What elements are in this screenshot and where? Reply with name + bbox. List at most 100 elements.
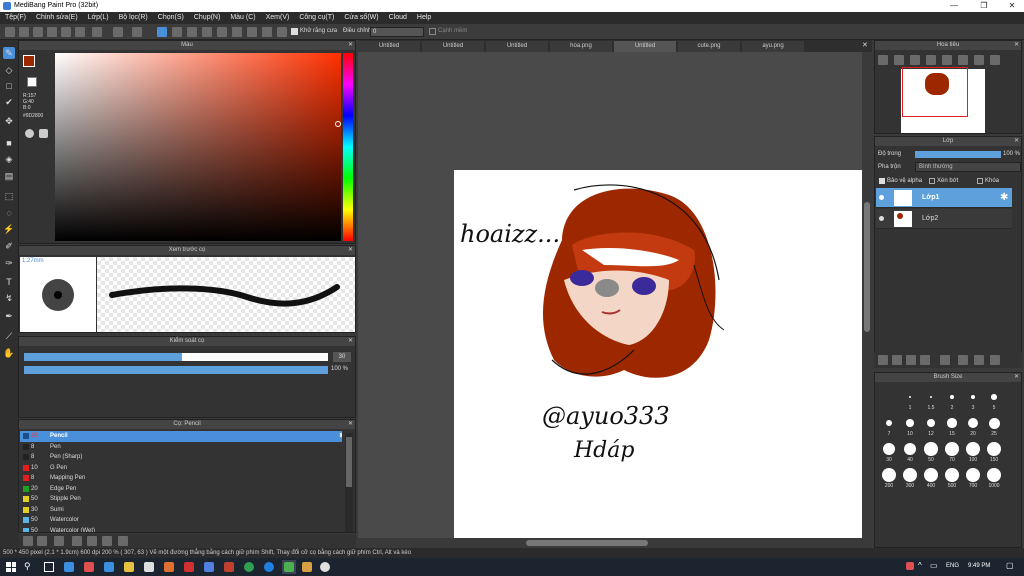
brush-size-preset[interactable]: 3	[963, 389, 983, 413]
app-icon-8[interactable]	[204, 562, 214, 572]
brush-size-preset[interactable]: 50	[921, 441, 941, 465]
operation-tool-icon[interactable]: ↯	[3, 292, 15, 304]
brush-size-preset[interactable]: 20	[963, 415, 983, 439]
brush-size-preset[interactable]: 1	[900, 389, 920, 413]
zoom-in-icon[interactable]	[878, 55, 888, 65]
brush-size-preset[interactable]: 700	[963, 467, 983, 491]
brush-size-preset[interactable]: 500	[942, 467, 962, 491]
menu-item[interactable]: Công cụ(T)	[294, 12, 339, 24]
divide-tool-icon[interactable]: ⟋	[3, 330, 15, 342]
close-tab-icon[interactable]: ✕	[862, 41, 868, 49]
brush-row[interactable]: 20 Edge Pen	[20, 484, 342, 495]
brush-row[interactable]: 8 Mapping Pen	[20, 473, 342, 484]
brush-size-preset[interactable]: 150	[984, 441, 1004, 465]
text-tool-icon[interactable]: T	[3, 276, 15, 288]
brush-size-preset[interactable]: 25	[984, 415, 1004, 439]
tab-untitled-1[interactable]: Untitled	[358, 41, 420, 52]
app-icon-10[interactable]	[244, 562, 254, 572]
menu-item[interactable]: Chọn(S)	[153, 12, 189, 24]
snap-cross-icon[interactable]	[187, 27, 197, 37]
snap-curve-icon[interactable]	[247, 27, 257, 37]
rect-tool-icon[interactable]: □	[3, 80, 15, 92]
brush-size-preset[interactable]: 70	[942, 441, 962, 465]
snap-circle-icon[interactable]	[232, 27, 242, 37]
undo-icon[interactable]	[113, 27, 123, 37]
app-icon-1[interactable]	[64, 562, 74, 572]
snap-settings-icon[interactable]	[277, 27, 287, 37]
brush-row[interactable]: 8 Pen (Sharp)	[20, 452, 342, 463]
add-halftone-layer-icon[interactable]	[892, 355, 902, 365]
duplicate-layer-icon[interactable]	[958, 355, 968, 365]
navigator-thumbnail[interactable]	[901, 67, 985, 133]
move-tool-icon[interactable]: ✥	[3, 115, 15, 127]
actual-size-icon[interactable]	[926, 55, 936, 65]
menu-item[interactable]: Cloud	[384, 12, 412, 24]
close-icon[interactable]: ✕	[348, 420, 353, 429]
select-eraser-tool-icon[interactable]: ✑	[3, 257, 15, 269]
secondary-color-swatch[interactable]	[27, 77, 37, 87]
brush-size-preset[interactable]: 12	[921, 415, 941, 439]
cloud-brush-icon[interactable]	[87, 536, 97, 546]
smooth-checkbox[interactable]	[429, 28, 436, 35]
brush-size-preset[interactable]: 2	[942, 389, 962, 413]
brush-size-preset[interactable]: 300	[900, 467, 920, 491]
add-layer-menu-icon[interactable]	[920, 355, 930, 365]
snap-ellipse-icon[interactable]	[262, 27, 272, 37]
app-icon-6[interactable]	[164, 562, 174, 572]
tab-untitled-2[interactable]: Untitled	[422, 41, 484, 52]
layer-row-2[interactable]: Lớp2	[876, 209, 1012, 229]
brush-tool-icon[interactable]: ✎	[3, 47, 15, 59]
close-icon[interactable]: ✕	[348, 41, 353, 50]
tab-cute[interactable]: cute.png	[678, 41, 740, 52]
add-8bit-layer-icon[interactable]	[906, 355, 916, 365]
visibility-icon[interactable]	[879, 216, 884, 221]
brush-size-preset[interactable]: 5	[984, 389, 1004, 413]
cloud-icon[interactable]	[33, 27, 43, 37]
app-icon-12[interactable]	[302, 562, 312, 572]
add-layer-icon[interactable]	[878, 355, 888, 365]
layer-settings-icon[interactable]: ✱	[1000, 192, 1008, 203]
select-pen-tool-icon[interactable]: ✐	[3, 240, 15, 252]
lock-checkbox[interactable]	[977, 178, 983, 184]
brush-size-preset[interactable]: 40	[900, 441, 920, 465]
snap-off-icon[interactable]	[157, 27, 167, 37]
brush-row[interactable]: 8 Pen	[20, 442, 342, 453]
app-icon-3[interactable]	[104, 562, 114, 572]
drawing-canvas[interactable]: hoaizz... @ayuo333 Hdáp	[454, 170, 862, 538]
menu-item[interactable]: Help	[412, 12, 436, 24]
delete-brush-icon[interactable]	[118, 536, 128, 546]
export-icon[interactable]	[61, 27, 71, 37]
clock[interactable]: 9:49 PM	[968, 563, 990, 569]
rotate-left-icon[interactable]	[942, 55, 952, 65]
protect-alpha-checkbox[interactable]	[879, 178, 885, 184]
notification-icon[interactable]: ▢	[1006, 561, 1014, 570]
language-indicator[interactable]: ENG	[946, 563, 959, 569]
fit-icon[interactable]	[910, 55, 920, 65]
tab-untitled-active[interactable]: Untitled	[614, 41, 676, 52]
tab-ayu[interactable]: ayu.png	[742, 41, 804, 52]
brush-row[interactable]: 50 Watercolor (Wet)	[20, 526, 342, 532]
medibang-taskbar-icon[interactable]	[282, 560, 296, 574]
brush-size-preset[interactable]: 1000	[984, 467, 1004, 491]
brush-row[interactable]: 30 Pencil ✱	[20, 431, 342, 442]
close-icon[interactable]: ✕	[348, 246, 353, 255]
close-icon[interactable]: ✕	[1014, 373, 1019, 382]
network-icon[interactable]: ▭	[930, 561, 938, 570]
menu-item[interactable]: Tệp(F)	[0, 12, 31, 24]
layer-row-1[interactable]: Lớp1 ✱	[876, 188, 1012, 208]
windows-start-icon[interactable]	[6, 562, 16, 572]
layer-opacity-slider[interactable]	[915, 151, 1001, 158]
menu-item[interactable]: Lớp(L)	[83, 12, 114, 24]
chevron-up-icon[interactable]: ^	[918, 561, 922, 570]
new-file-icon[interactable]	[5, 27, 15, 37]
brush-size-preset[interactable]: 7	[879, 415, 899, 439]
task-view-icon[interactable]	[44, 562, 54, 572]
app-icon-7[interactable]	[184, 562, 194, 572]
select-tool-icon[interactable]: ⬚	[3, 190, 15, 202]
grid-icon[interactable]	[75, 27, 85, 37]
visibility-icon[interactable]	[879, 195, 884, 200]
open-file-icon[interactable]	[19, 27, 29, 37]
snap-radial-icon[interactable]	[217, 27, 227, 37]
app-icon-5[interactable]	[144, 562, 154, 572]
restore-icon[interactable]: ❐	[974, 0, 994, 12]
